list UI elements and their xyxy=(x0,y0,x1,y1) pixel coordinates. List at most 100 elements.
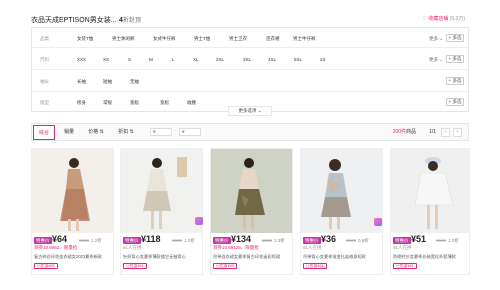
filter-option[interactable]: 女式牛仔裤 xyxy=(153,36,176,42)
original-price: ¥129 xyxy=(79,238,90,243)
filter-panel: 品类 女装T恤 男士休闲裤 女式牛仔裤 男士T恤 男士卫衣 连衣裙 男士牛仔裤 … xyxy=(31,27,469,112)
filter-option[interactable]: 修身 xyxy=(77,100,86,106)
product-image[interactable] xyxy=(32,149,113,233)
multi-select-button[interactable]: + 多选 xyxy=(446,34,464,42)
price-min-input[interactable]: ¥ xyxy=(150,128,172,136)
filter-option[interactable]: 连衣裙 xyxy=(266,36,280,42)
sort-price[interactable]: 价格 ⇅ xyxy=(85,125,107,140)
sort-bar: 综合 销量 价格 ⇅ 折扣 ⇅ ¥ - ¥ 200件商品 1/1 ‹ › xyxy=(31,123,469,141)
next-page-button[interactable]: › xyxy=(453,128,462,137)
price-max-input[interactable]: ¥ xyxy=(179,128,201,136)
product-title[interactable]: 防晒衬衫女夏季长袖宽松外套薄款 xyxy=(393,254,471,260)
multi-select-button[interactable]: + 多选 xyxy=(446,98,464,106)
floating-app-icon[interactable] xyxy=(374,218,382,226)
filter-option[interactable]: 男士卫衣 xyxy=(229,36,247,42)
filter-option[interactable]: 女装T恤 xyxy=(77,36,93,42)
multi-select-button[interactable]: + 多选 xyxy=(446,55,464,63)
favorite-shop-button[interactable]: ♡ 收藏店铺 (5.3万) xyxy=(422,15,465,22)
product-card[interactable]: 特惠价 ¥134 ¥229 1.3折 领券10.8¥125、限量抢 吊带连衣裙女… xyxy=(210,148,293,275)
savings-tag: 已优惠¥65 xyxy=(34,263,58,269)
total-count-unit: 商品 xyxy=(405,129,416,135)
sort-comprehensive[interactable]: 综合 xyxy=(33,125,55,140)
product-price: ¥64 xyxy=(52,234,68,244)
group-buy-info: 81人在拼 xyxy=(393,245,412,250)
filter-option[interactable]: 常规 xyxy=(103,100,112,106)
filter-option[interactable]: 男士T恤 xyxy=(194,36,210,42)
shop-name[interactable]: 衣品天成EPTISON男女装... xyxy=(31,15,117,25)
total-count: 200件商品 xyxy=(393,125,416,140)
original-price: ¥229 xyxy=(172,238,183,243)
filter-option[interactable]: M xyxy=(149,57,153,62)
discount-rate: 1.2折 xyxy=(184,238,195,243)
filter-option[interactable]: XXS xyxy=(77,57,86,62)
discount-rate: 1.2折 xyxy=(448,238,459,243)
favorite-count: (5.3万) xyxy=(449,16,465,22)
discount-rate: 1.2折 xyxy=(91,238,102,243)
filter-option[interactable]: 收腰 xyxy=(187,100,196,106)
product-image[interactable] xyxy=(121,149,202,233)
product-price: ¥36 xyxy=(321,234,337,244)
filter-option[interactable]: 3XL xyxy=(243,57,251,62)
filter-option[interactable]: 男士牛仔裤 xyxy=(293,36,316,42)
filter-option[interactable]: S xyxy=(128,57,131,62)
coupon-info: 领券10.8¥62、限量抢 xyxy=(34,245,78,250)
filter-option[interactable]: 宽松 xyxy=(160,100,169,106)
total-count-value: 200件 xyxy=(392,129,406,135)
discount-rate: 0.8折 xyxy=(358,238,369,243)
product-title[interactable]: 复古碎花印花连衣裙女2023夏季新款 xyxy=(34,254,112,260)
filter-option[interactable]: XL xyxy=(193,57,199,62)
prev-page-button[interactable]: ‹ xyxy=(441,128,450,137)
favorite-label: ♡ 收藏店铺 xyxy=(422,16,449,22)
product-price: ¥134 xyxy=(231,234,252,244)
filter-label: 尺码 xyxy=(40,57,49,62)
product-title[interactable]: 吊带连衣裙女夏季复古印花迷彩短裙 xyxy=(213,254,291,260)
page-indicator: 1/1 xyxy=(429,129,436,135)
discount-suffix: 折封顶 xyxy=(122,18,141,24)
product-card[interactable]: 特惠价 ¥51 ¥169 1.2折 81人在拼 防晒衬衫女夏季长袖宽松外套薄款 … xyxy=(390,148,470,275)
filter-option[interactable]: 5XL xyxy=(294,57,302,62)
product-card[interactable]: 特惠价 ¥36 ¥139 0.8折 81人在拼 吊带背心女夏季渐变扎染修身短款 … xyxy=(300,148,383,275)
filter-option[interactable]: XS xyxy=(103,57,109,62)
product-card[interactable]: 特惠价 ¥118 ¥229 1.2折 81人在拼 针织背心女夏季薄款镂空无袖背心… xyxy=(120,148,203,275)
filter-option[interactable]: 长袖 xyxy=(77,79,86,85)
original-price: ¥139 xyxy=(346,238,357,243)
product-card[interactable]: 特惠价 ¥64 ¥129 1.2折 领券10.8¥62、限量抢 复古碎花印花连衣… xyxy=(31,148,114,275)
filter-option[interactable]: 宽松 xyxy=(130,100,139,106)
product-title[interactable]: 针织背心女夏季薄款镂空无袖背心 xyxy=(123,254,201,260)
filter-label: 版型 xyxy=(40,100,49,105)
savings-tag: 已优惠¥81 xyxy=(303,263,327,269)
multi-select-button[interactable]: + 多选 xyxy=(446,77,464,85)
filter-option[interactable]: L xyxy=(172,57,175,62)
savings-tag: 已优惠¥95 xyxy=(213,263,237,269)
sort-sales[interactable]: 销量 xyxy=(60,125,78,140)
filter-label: 品类 xyxy=(40,36,49,41)
filter-option[interactable]: 2XL xyxy=(216,57,224,62)
filter-row-category: 品类 女装T恤 男士休闲裤 女式牛仔裤 男士T恤 男士卫衣 连衣裙 男士牛仔裤 … xyxy=(32,28,468,48)
filter-option[interactable]: 男士休闲裤 xyxy=(112,36,135,42)
filter-row-size: 尺码 XXS XS S M L XL 2XL 3XL 4XL 5XL 2S 更多… xyxy=(32,48,468,70)
shop-discount: 4折封顶 xyxy=(119,15,141,24)
promo-badge: 特惠价 xyxy=(393,237,411,244)
product-title[interactable]: 吊带背心女夏季渐变扎染修身短款 xyxy=(303,254,381,260)
filter-option[interactable]: 无袖 xyxy=(130,79,139,85)
product-price: ¥51 xyxy=(411,234,427,244)
savings-tag: 已优惠¥81 xyxy=(123,263,147,269)
group-buy-info: 81人在拼 xyxy=(123,245,142,250)
sort-discount[interactable]: 折扣 ⇅ xyxy=(115,125,137,140)
filter-option[interactable]: 4XL xyxy=(268,57,276,62)
product-image[interactable] xyxy=(211,149,292,233)
filter-option[interactable]: 短袖 xyxy=(103,79,112,85)
shop-page: 衣品天成EPTISON男女装... 4折封顶 ♡ 收藏店铺 (5.3万) 品类 … xyxy=(0,0,500,290)
product-image[interactable] xyxy=(301,149,382,233)
filter-label: 袖长 xyxy=(40,79,49,84)
floating-app-icon[interactable] xyxy=(195,217,203,225)
promo-badge: 特惠价 xyxy=(303,237,321,244)
product-image[interactable] xyxy=(391,149,469,233)
more-options-button[interactable]: 更多 ⌄ xyxy=(429,57,443,63)
more-filter-options-button[interactable]: 更多选项 ⌄ xyxy=(228,106,272,116)
promo-badge: 特惠价 xyxy=(213,237,231,244)
coupon-info: 领券10.8¥125、限量抢 xyxy=(213,245,259,250)
filter-option[interactable]: 2S xyxy=(320,57,326,62)
more-options-button[interactable]: 更多 ⌄ xyxy=(429,36,443,42)
original-price: ¥169 xyxy=(436,238,447,243)
